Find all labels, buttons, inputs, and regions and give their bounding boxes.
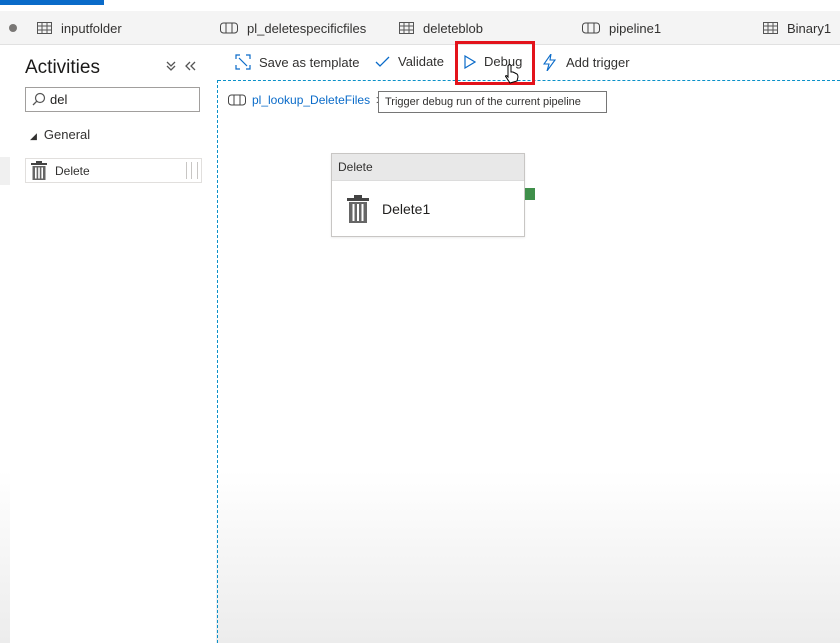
debug-highlight-box: [455, 41, 535, 85]
activity-delete[interactable]: Delete: [25, 158, 202, 183]
node-name: Delete1: [382, 200, 431, 217]
checkmark-icon: [375, 56, 390, 68]
validate-label: Validate: [398, 54, 445, 69]
general-group-header[interactable]: ◢ General: [30, 127, 90, 142]
activity-search-box[interactable]: [25, 87, 200, 112]
tab-prev-dot[interactable]: [0, 11, 20, 45]
tab-binary1[interactable]: Binary1: [763, 11, 831, 45]
tab-label: deleteblob: [423, 20, 483, 36]
left-rail-marker: [0, 157, 10, 185]
breadcrumb: pl_lookup_DeleteFiles >: [228, 93, 383, 107]
tab-inputfolder[interactable]: inputfolder: [37, 11, 122, 45]
hand-cursor-icon: [505, 64, 519, 84]
pipeline-icon: [582, 22, 600, 34]
search-input[interactable]: [50, 92, 190, 107]
search-icon: [26, 88, 50, 111]
activity-label: Delete: [55, 163, 90, 178]
trash-icon: [347, 194, 369, 223]
activities-pane: Activities ◢ General Delete: [10, 45, 216, 643]
save-as-template-label: Save as template: [259, 54, 360, 70]
debug-tooltip: Trigger debug run of the current pipelin…: [378, 91, 607, 113]
group-label: General: [43, 127, 91, 142]
drag-handle[interactable]: [186, 162, 198, 179]
node-type-label: Delete: [332, 154, 524, 181]
pipeline-icon: [220, 22, 238, 34]
canvas-border: [217, 80, 218, 643]
header-strip: [0, 0, 104, 5]
tab-deleteblob[interactable]: deleteblob: [399, 11, 483, 45]
save-template-icon: [235, 54, 251, 70]
trash-icon: [31, 161, 47, 180]
double-chevron-left-icon[interactable]: [184, 59, 196, 75]
lightning-icon: [543, 54, 558, 71]
pipeline-icon: [228, 94, 246, 106]
tab-label: pipeline1: [609, 20, 662, 36]
tab-bar: inputfolder pl_deletespecificfiles delet…: [0, 11, 840, 45]
breadcrumb-pipeline[interactable]: pl_lookup_DeleteFiles: [252, 93, 370, 107]
add-trigger-label: Add trigger: [566, 55, 630, 70]
table-icon: [37, 22, 52, 34]
delete-activity-node[interactable]: Delete Delete1: [331, 153, 525, 237]
validate-button[interactable]: Validate: [375, 54, 444, 69]
success-output-port[interactable]: [525, 188, 535, 200]
tab-label: Binary1: [787, 20, 832, 36]
tab-label: pl_deletespecificfiles: [247, 20, 367, 36]
collapse-triangle-icon: ◢: [30, 131, 37, 141]
add-trigger-button[interactable]: Add trigger: [543, 54, 630, 71]
table-icon: [763, 22, 778, 34]
tab-pipeline1[interactable]: pipeline1: [582, 11, 661, 45]
tab-label: inputfolder: [61, 20, 122, 36]
tab-pl-deletespecificfiles[interactable]: pl_deletespecificfiles: [220, 11, 366, 45]
save-as-template-button[interactable]: Save as template: [235, 54, 359, 70]
table-icon: [399, 22, 414, 34]
activities-title: Activities: [25, 57, 100, 78]
double-chevron-down-icon[interactable]: [166, 59, 176, 75]
